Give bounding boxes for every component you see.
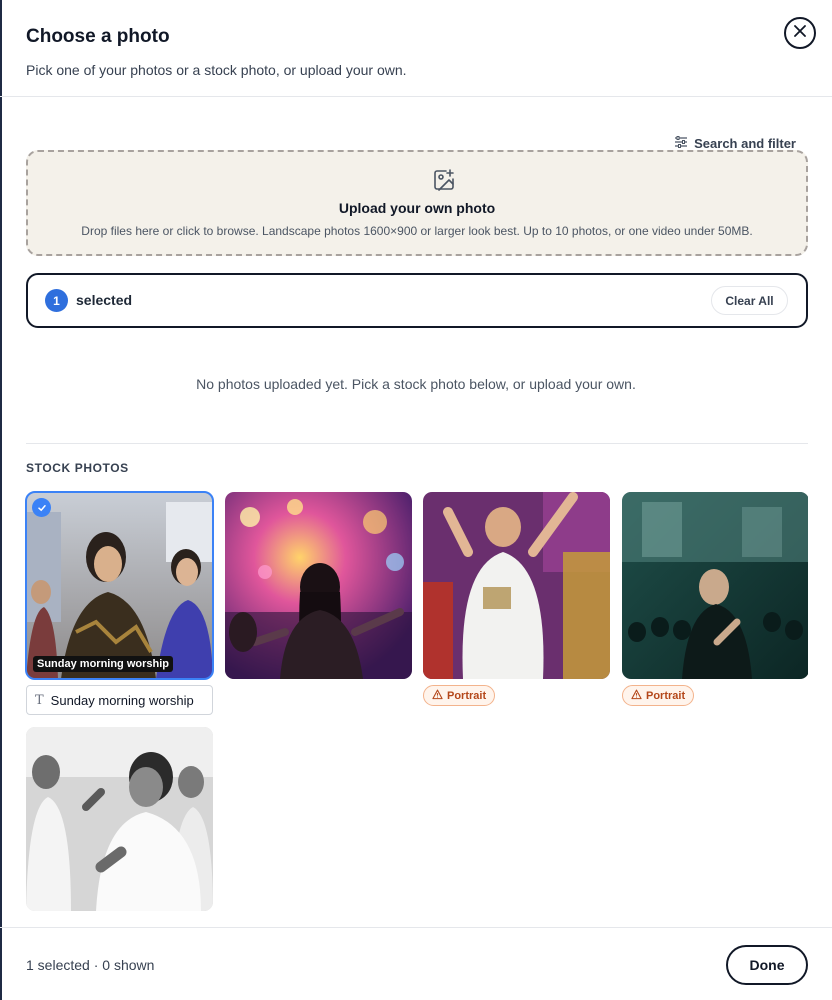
- selected-count-badge: 1: [45, 289, 68, 312]
- modal-footer: 1 selected · 0 shown Done: [0, 927, 832, 1000]
- modal-subtitle: Pick one of your photos or a stock photo…: [26, 62, 407, 78]
- portrait-badge-label: Portrait: [447, 689, 487, 702]
- caption-input-value: Sunday morning worship: [50, 692, 194, 708]
- photo-image: [622, 492, 808, 679]
- footer-status: 1 selected · 0 shown: [26, 957, 155, 973]
- window-edge: [0, 0, 2, 1000]
- portrait-badge-label: Portrait: [646, 689, 686, 702]
- search-filter-label: Search and filter: [694, 136, 796, 151]
- photo-caption-overlay: Sunday morning worship: [33, 656, 174, 672]
- stock-photo-1[interactable]: Sunday morning worship: [25, 491, 214, 680]
- caption-input[interactable]: T Sunday morning worship: [26, 685, 213, 715]
- warning-icon: [432, 689, 443, 703]
- section-divider: [26, 443, 808, 444]
- done-button[interactable]: Done: [726, 945, 808, 985]
- empty-uploads-message: No photos uploaded yet. Pick a stock pho…: [196, 376, 636, 392]
- photo-image: [225, 492, 412, 679]
- image-plus-icon: [432, 168, 456, 197]
- portrait-badge: Portrait: [423, 685, 496, 706]
- selected-check-icon: [32, 498, 51, 517]
- text-type-icon: T: [35, 692, 44, 708]
- stock-photo-4[interactable]: [622, 492, 809, 679]
- clear-all-button[interactable]: Clear All: [711, 286, 788, 315]
- stock-photo-3[interactable]: [423, 492, 610, 679]
- selection-bar: 1 selected Clear All: [26, 273, 808, 328]
- modal-title: Choose a photo: [26, 26, 170, 47]
- selected-label: selected: [76, 292, 133, 308]
- portrait-badge: Portrait: [622, 685, 695, 706]
- stock-photo-2[interactable]: [225, 492, 412, 679]
- photo-image: [26, 727, 213, 911]
- upload-title: Upload your own photo: [338, 200, 496, 216]
- stock-photo-5[interactable]: [26, 727, 213, 911]
- photo-image: [423, 492, 610, 679]
- warning-icon: [631, 689, 642, 703]
- upload-description: Drop files here or click to browse. Land…: [81, 224, 753, 238]
- close-icon: [794, 24, 806, 42]
- photo-image: [26, 492, 213, 679]
- close-button[interactable]: [784, 17, 816, 49]
- modal-header: Choose a photo Pick one of your photos o…: [0, 0, 832, 97]
- stock-photos-heading: STOCK PHOTOS: [26, 461, 129, 475]
- upload-dropzone[interactable]: Upload your own photo Drop files here or…: [26, 150, 808, 256]
